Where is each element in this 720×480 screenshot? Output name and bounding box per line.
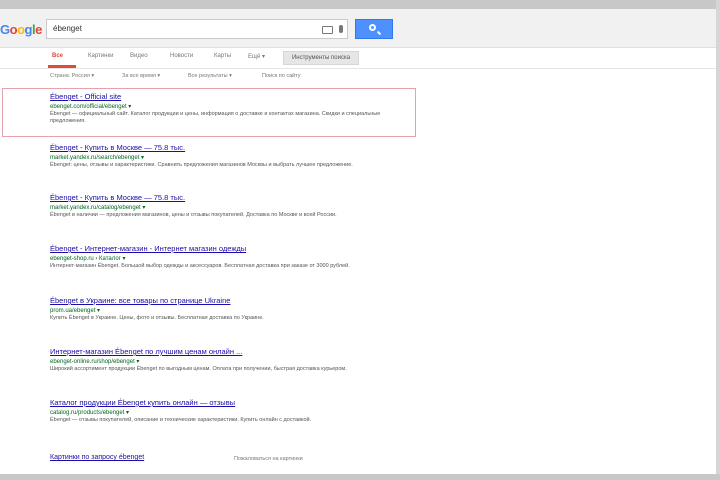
window-frame-top (0, 0, 720, 9)
filter-results[interactable]: Все результаты ▾ (188, 73, 232, 79)
result-snippet: Купить Ébenget в Украине. Цены, фото и о… (50, 315, 264, 321)
result-snippet: Ébenget — официальный сайт. Каталог прод… (50, 111, 381, 124)
search-result-1: Ébenget - Official site ebenget.com/offi… (50, 92, 390, 125)
result-url[interactable]: market.yandex.ru/catalog/ebenget ▾ (50, 204, 390, 211)
window-frame-right (716, 0, 720, 480)
search-result-6: Интернет-магазин Ébenget по лучшим ценам… (50, 347, 390, 373)
search-result-2: Ébenget - Купить в Москве — 75.8 тыс. ma… (50, 143, 390, 169)
search-result-3: Ébenget - Купить в Москве — 75.8 тыс. ma… (50, 193, 390, 219)
tab-more[interactable]: Ещё ▾ (248, 53, 265, 60)
search-result-5: Ébenget в Украине: все товары по страниц… (50, 296, 390, 322)
logo-letter: o (9, 22, 18, 37)
search-filters: Страна: Россия ▾ За все время ▾ Все резу… (0, 70, 716, 84)
result-url[interactable]: ebenget-online.ru/shop/ebenget ▾ (50, 358, 390, 365)
search-button[interactable] (355, 19, 393, 39)
google-logo[interactable]: Google (0, 22, 42, 37)
keyboard-icon[interactable] (322, 26, 333, 34)
tab-images[interactable]: Картинки (88, 53, 113, 59)
logo-letter: G (0, 22, 10, 37)
filter-site-search[interactable]: Поиск по сайту (262, 73, 301, 79)
result-snippet: Интернет-магазин Ébenget. Большой выбор … (50, 263, 350, 269)
search-tabs: Все Картинки Видео Новости Карты Ещё ▾ И… (0, 48, 716, 69)
result-snippet: Ébenget в наличии — предложения магазино… (50, 212, 337, 218)
result-url[interactable]: market.yandex.ru/search/ebenget ▾ (50, 154, 390, 161)
result-url[interactable]: prom.ua/ebenget ▾ (50, 307, 390, 314)
active-tab-underline (48, 65, 76, 68)
filter-country[interactable]: Страна: Россия ▾ (50, 73, 94, 79)
result-url[interactable]: catalog.ru/products/ebenget ▾ (50, 409, 390, 416)
result-snippet: Ébenget — отзывы покупателей, описание и… (50, 417, 312, 423)
tab-news[interactable]: Новости (170, 53, 193, 59)
search-result-4: Ébenget - Интернет-магазин - Интернет ма… (50, 244, 390, 270)
logo-letter: o (17, 22, 25, 37)
result-snippet: Ébenget: цены, отзывы и характеристики. … (50, 162, 353, 168)
result-title[interactable]: Каталог продукции Ébenget купить онлайн … (50, 398, 390, 407)
search-input[interactable]: ébenget (46, 19, 348, 39)
tab-maps[interactable]: Карты (214, 53, 231, 59)
tab-video[interactable]: Видео (130, 53, 148, 59)
report-images-link[interactable]: Пожаловаться на картинки (234, 456, 303, 462)
result-url[interactable]: ebenget-shop.ru › Каталог ▾ (50, 255, 390, 262)
result-title[interactable]: Ébenget - Интернет-магазин - Интернет ма… (50, 244, 390, 253)
result-url[interactable]: ebenget.com/official/ebenget ▾ (50, 103, 390, 110)
search-header: Google ébenget (0, 9, 716, 48)
window-frame-bottom (0, 474, 720, 480)
result-snippet: Широкий ассортимент продукции Ébenget по… (50, 366, 347, 372)
filter-time[interactable]: За все время ▾ (122, 73, 160, 79)
search-query-text: ébenget (53, 24, 82, 33)
result-title[interactable]: Ébenget - Купить в Москве — 75.8 тыс. (50, 193, 390, 202)
logo-letter: e (35, 22, 42, 37)
logo-letter: g (24, 22, 33, 37)
search-icon (369, 24, 376, 31)
images-for-query-link[interactable]: Картинки по запросу ébenget (50, 454, 144, 461)
search-tools-button[interactable]: Инструменты поиска (283, 51, 359, 65)
tab-all[interactable]: Все (52, 53, 63, 59)
search-result-7: Каталог продукции Ébenget купить онлайн … (50, 398, 390, 424)
result-title[interactable]: Ébenget в Украине: все товары по страниц… (50, 296, 390, 305)
result-title[interactable]: Ébenget - Купить в Москве — 75.8 тыс. (50, 143, 390, 152)
result-title[interactable]: Ébenget - Official site (50, 92, 390, 101)
result-title[interactable]: Интернет-магазин Ébenget по лучшим ценам… (50, 347, 390, 356)
microphone-icon[interactable] (339, 25, 343, 33)
